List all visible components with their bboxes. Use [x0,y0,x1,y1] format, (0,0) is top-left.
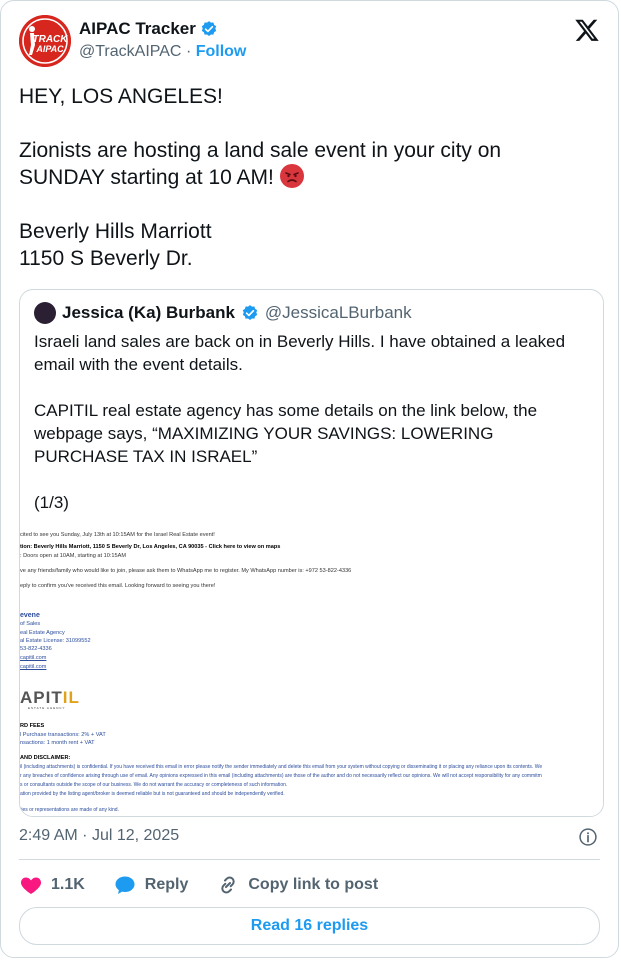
verified-badge-icon [242,305,258,320]
quoted-post[interactable]: Jessica (Ka) Burbank @JessicaLBurbank Is… [19,289,604,817]
email-line: nsactions: 1 month rent + VAT [20,740,95,746]
angry-face-icon [279,164,304,188]
read-replies-button[interactable]: Read 16 replies [19,907,600,945]
email-line: eply to confirm you've received this ema… [20,583,216,589]
email-line: r any breaches of confidence arising thr… [20,773,542,779]
author-handle[interactable]: @TrackAIPAC [79,43,181,60]
email-line: AND DISCLAIMER: [20,755,71,761]
email-line: eal Estate Agency [20,630,65,636]
email-line: capitil.com [20,664,47,670]
copy-link-button[interactable]: Copy link to post [216,873,378,897]
handle-separator: · [185,43,192,60]
email-line: ation provided by the listing agent/brok… [20,791,285,797]
email-line: evene [20,612,40,619]
capitil-logo-subtitle: ESTATE AGENCY [28,706,66,710]
copy-link-label: Copy link to post [248,876,379,893]
author-name[interactable]: AIPAC Tracker [79,19,196,39]
x-logo-icon[interactable] [574,17,600,43]
author-name-row: AIPAC Tracker [79,19,218,39]
email-line: cited to see you Sunday, July 13th at 10… [20,532,215,538]
reply-button[interactable]: Reply [113,873,189,897]
info-icon[interactable] [578,827,598,847]
email-line: il (including attachments) is confidenti… [20,764,543,770]
email-line: tion: Beverly Hills Marriott, 1150 S Bev… [20,544,281,550]
author-avatar[interactable]: TRACK AIPAC [19,15,71,67]
email-line: ties or representations are made of any … [20,807,119,813]
post-actions: 1.1K Reply Copy link to post [19,873,406,897]
quoted-post-image[interactable]: cited to see you Sunday, July 13th at 10… [20,526,603,816]
verified-badge-icon [201,21,217,36]
like-count: 1.1K [51,876,85,893]
email-line: l Purchase transactions: 2% + VAT [20,732,106,738]
post-time: 2:49 AM [19,827,78,844]
divider [19,859,600,860]
email-line: s or consultants outside the scope of ou… [20,782,288,788]
capitil-logo: APITIL [20,688,80,707]
heart-icon [20,877,42,894]
email-line: 53-822-4336 [20,646,52,652]
email-line: of Sales [20,621,41,627]
author-handle-row: @TrackAIPAC · Follow [79,43,246,61]
reply-bubble-icon [115,876,135,894]
email-line: al Estate License: 31099552 [20,638,91,644]
like-button[interactable]: 1.1K [19,873,85,897]
post-timestamp[interactable]: 2:49 AM · Jul 12, 2025 [19,827,179,845]
avatar-text-aipac: AIPAC [35,44,64,54]
email-line: capitil.com [20,655,47,661]
email-line: : Doors open at 10AM, starting at 10:15A… [20,553,127,559]
timestamp-separator: · [82,827,88,844]
post-text-location: Beverly Hills Marriott 1150 S Beverly Dr… [19,220,212,270]
quoted-author-avatar [34,302,56,324]
link-icon [221,876,236,894]
post-text: HEY, LOS ANGELES! Zionists are hosting a… [19,83,589,272]
post-header: TRACK AIPAC AIPAC Tracker @TrackAIPAC · … [19,15,600,69]
quoted-author-handle: @JessicaLBurbank [264,303,412,322]
follow-button[interactable]: Follow [196,43,247,60]
post-date: Jul 12, 2025 [91,827,180,844]
quoted-author-name: Jessica (Ka) Burbank [62,303,235,322]
reply-label: Reply [144,876,189,893]
email-line: RD FEES [20,723,45,729]
post-text-main: HEY, LOS ANGELES! Zionists are hosting a… [19,85,502,189]
quoted-post-text: Israeli land sales are back on in Beverl… [34,332,566,512]
email-line: ve any friends/family who would like to … [20,568,352,574]
quoted-post-header: Jessica (Ka) Burbank @JessicaLBurbank [34,302,412,324]
embedded-post-card: TRACK AIPAC AIPAC Tracker @TrackAIPAC · … [0,0,619,958]
